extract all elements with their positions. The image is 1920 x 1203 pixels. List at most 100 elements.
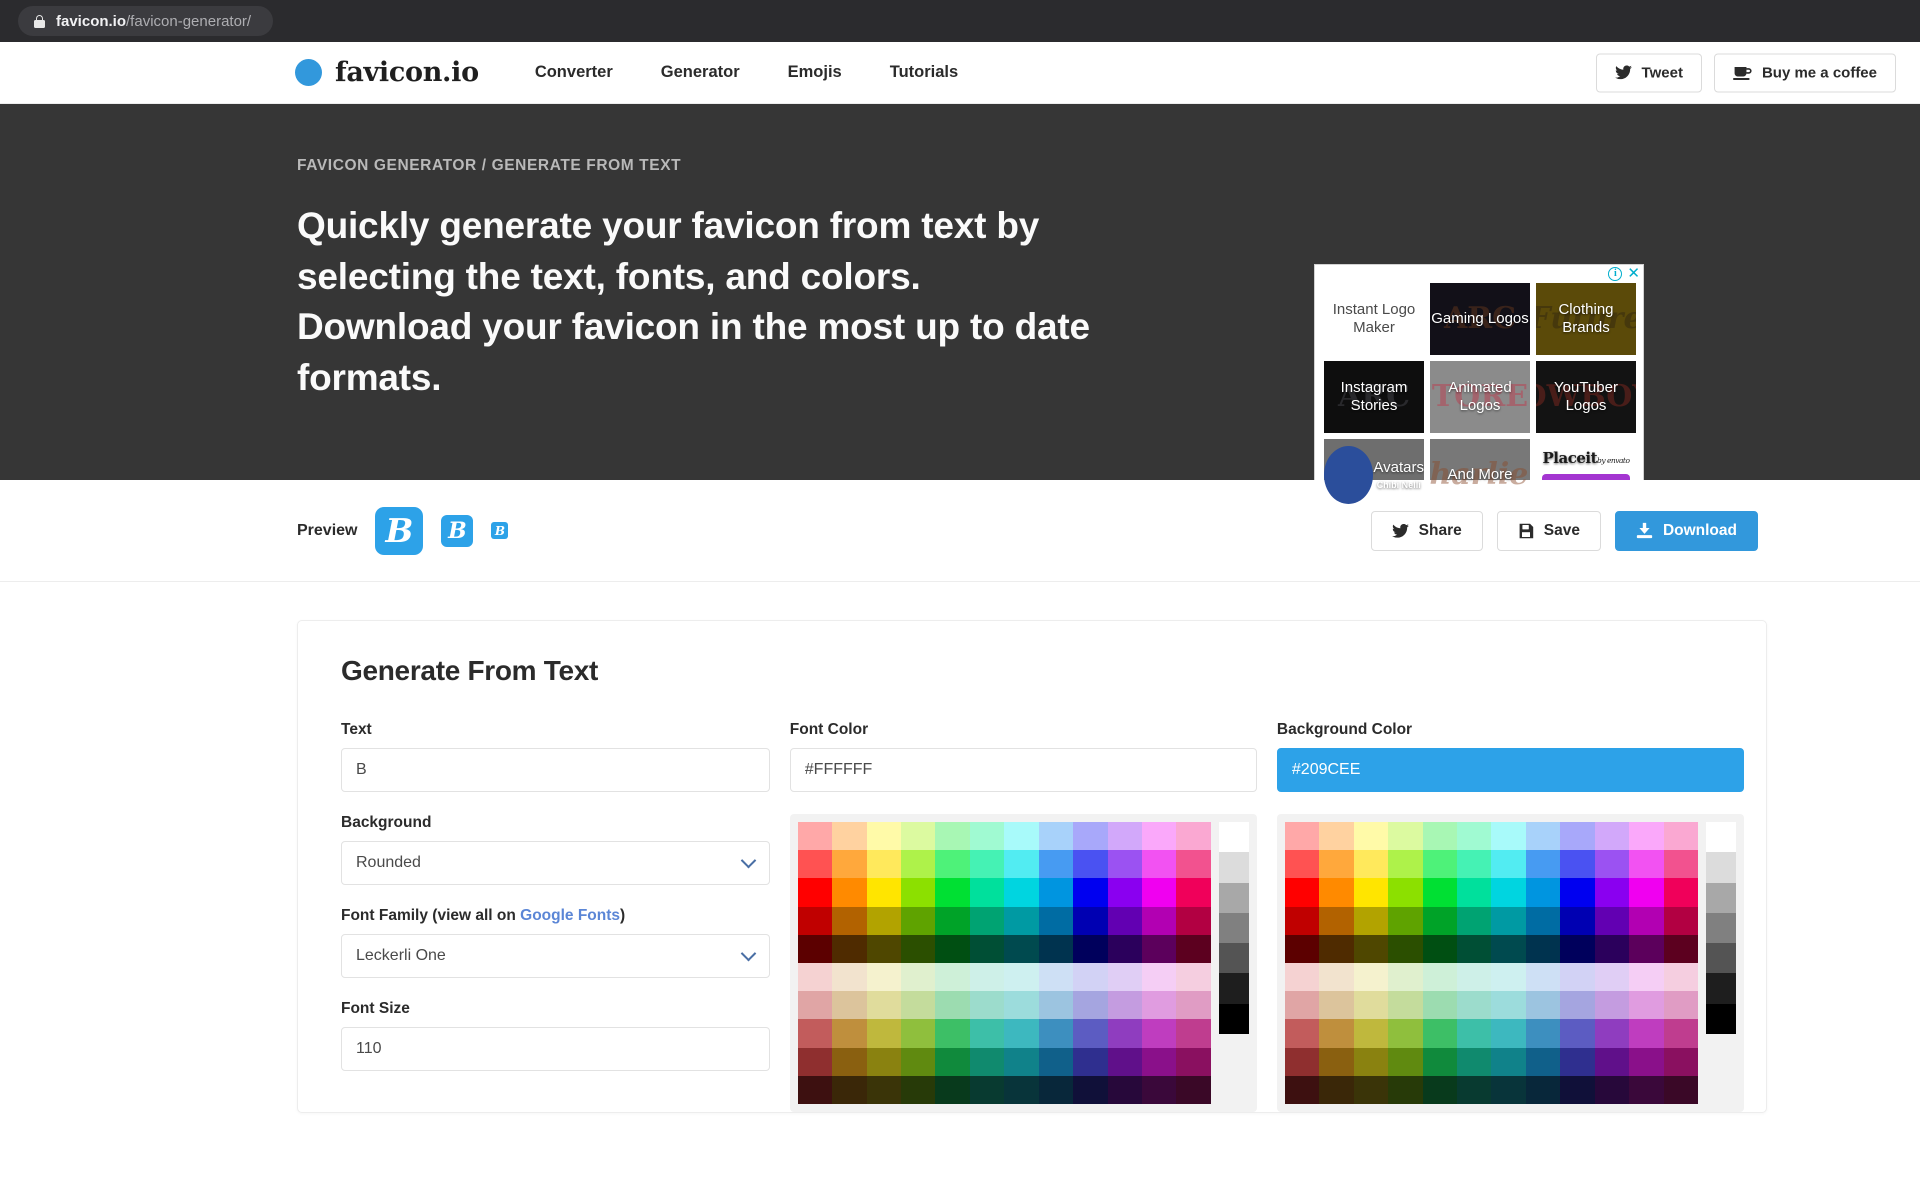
- color-swatch[interactable]: [1491, 991, 1526, 1020]
- color-swatch[interactable]: [901, 906, 936, 935]
- color-swatch[interactable]: [1319, 822, 1354, 851]
- color-swatch[interactable]: [866, 878, 902, 907]
- gray-swatch[interactable]: [1706, 822, 1737, 853]
- color-swatch[interactable]: [1663, 1075, 1698, 1104]
- color-swatch[interactable]: [901, 850, 936, 879]
- color-swatch[interactable]: [1319, 1075, 1354, 1104]
- color-swatch[interactable]: [1491, 1019, 1526, 1048]
- color-swatch[interactable]: [969, 991, 1005, 1020]
- ad-tile[interactable]: COWBOYS YouTuber Logos: [1536, 361, 1636, 433]
- color-swatch[interactable]: [1004, 850, 1039, 879]
- color-swatch[interactable]: [1038, 962, 1074, 992]
- color-swatch[interactable]: [1284, 1047, 1320, 1076]
- color-swatch[interactable]: [1422, 962, 1458, 992]
- color-swatch[interactable]: [1073, 1075, 1108, 1104]
- gray-swatch[interactable]: [1706, 882, 1737, 913]
- color-swatch[interactable]: [1353, 1047, 1389, 1076]
- color-swatch[interactable]: [1107, 962, 1143, 992]
- color-swatch[interactable]: [901, 822, 936, 851]
- color-swatch[interactable]: [1560, 962, 1595, 992]
- color-swatch[interactable]: [1319, 962, 1354, 992]
- color-swatch[interactable]: [832, 1047, 867, 1076]
- color-swatch[interactable]: [1038, 822, 1074, 851]
- color-swatch[interactable]: [1284, 962, 1320, 992]
- text-input[interactable]: [341, 748, 770, 792]
- color-swatch[interactable]: [969, 1019, 1005, 1048]
- color-swatch[interactable]: [969, 878, 1005, 907]
- color-swatch[interactable]: [1073, 822, 1108, 851]
- color-swatch[interactable]: [1594, 962, 1630, 992]
- color-swatch[interactable]: [1663, 850, 1698, 879]
- color-swatch[interactable]: [1073, 878, 1108, 907]
- color-swatch[interactable]: [1176, 878, 1211, 907]
- color-swatch[interactable]: [1594, 1019, 1630, 1048]
- gray-swatch[interactable]: [1706, 852, 1737, 883]
- color-swatch[interactable]: [1142, 991, 1177, 1020]
- font-color-palette[interactable]: [789, 814, 1257, 1112]
- color-swatch[interactable]: [866, 822, 902, 851]
- color-swatch[interactable]: [866, 850, 902, 879]
- gray-swatch[interactable]: [1218, 822, 1249, 853]
- color-swatch[interactable]: [797, 822, 833, 851]
- color-swatch[interactable]: [1176, 934, 1211, 963]
- color-swatch[interactable]: [866, 934, 902, 963]
- color-swatch[interactable]: [1073, 1019, 1108, 1048]
- color-swatch[interactable]: [1388, 1075, 1423, 1104]
- color-swatch[interactable]: [1388, 850, 1423, 879]
- color-swatch[interactable]: [1142, 906, 1177, 935]
- color-swatch[interactable]: [935, 878, 970, 907]
- color-swatch[interactable]: [1422, 878, 1458, 907]
- color-swatch[interactable]: [1107, 934, 1143, 963]
- color-swatch[interactable]: [1594, 934, 1630, 963]
- tweet-button[interactable]: Tweet: [1595, 53, 1702, 92]
- color-swatch[interactable]: [866, 1047, 902, 1076]
- color-swatch[interactable]: [1560, 878, 1595, 907]
- color-swatch[interactable]: [1457, 991, 1492, 1020]
- color-swatch[interactable]: [1663, 822, 1698, 851]
- save-button[interactable]: Save: [1496, 510, 1601, 551]
- color-swatch[interactable]: [1107, 850, 1143, 879]
- color-swatch[interactable]: [1422, 1075, 1458, 1104]
- color-swatch[interactable]: [1142, 962, 1177, 992]
- color-swatch[interactable]: [1560, 1075, 1595, 1104]
- color-swatch[interactable]: [797, 850, 833, 879]
- color-swatch[interactable]: [1142, 1075, 1177, 1104]
- color-swatch[interactable]: [1038, 906, 1074, 935]
- share-button[interactable]: Share: [1370, 510, 1483, 551]
- color-swatch[interactable]: [1142, 934, 1177, 963]
- color-swatch[interactable]: [1560, 822, 1595, 851]
- site-logo[interactable]: favicon.io: [295, 57, 479, 88]
- color-swatch[interactable]: [969, 906, 1005, 935]
- color-swatch[interactable]: [1319, 1019, 1354, 1048]
- color-swatch[interactable]: [1176, 850, 1211, 879]
- color-swatch[interactable]: [1491, 822, 1526, 851]
- color-swatch[interactable]: [1594, 850, 1630, 879]
- color-swatch[interactable]: [1629, 878, 1664, 907]
- nav-item-tutorials[interactable]: Tutorials: [866, 63, 982, 82]
- color-swatch[interactable]: [1663, 878, 1698, 907]
- color-swatch[interactable]: [1004, 934, 1039, 963]
- color-swatch[interactable]: [1004, 906, 1039, 935]
- color-swatch[interactable]: [1073, 991, 1108, 1020]
- nav-item-converter[interactable]: Converter: [511, 63, 637, 82]
- color-swatch[interactable]: [1142, 822, 1177, 851]
- color-swatch[interactable]: [1560, 850, 1595, 879]
- google-fonts-link[interactable]: Google Fonts: [520, 907, 620, 924]
- color-swatch[interactable]: [797, 934, 833, 963]
- color-swatch[interactable]: [866, 906, 902, 935]
- color-swatch[interactable]: [1176, 962, 1211, 992]
- color-swatch[interactable]: [1525, 822, 1561, 851]
- color-swatch[interactable]: [901, 1075, 936, 1104]
- font-color-input[interactable]: [789, 748, 1257, 792]
- download-button[interactable]: Download: [1614, 510, 1758, 551]
- color-swatch[interactable]: [901, 1019, 936, 1048]
- color-swatch[interactable]: [1629, 1019, 1664, 1048]
- ad-tile[interactable]: Instant Logo Maker: [1324, 283, 1424, 355]
- color-swatch[interactable]: [1319, 850, 1354, 879]
- ad-tile[interactable]: ARC Gaming Logos: [1430, 283, 1530, 355]
- color-swatch[interactable]: [1457, 962, 1492, 992]
- color-swatch[interactable]: [1457, 1019, 1492, 1048]
- color-swatch[interactable]: [1284, 1075, 1320, 1104]
- color-swatch[interactable]: [1284, 906, 1320, 935]
- color-swatch[interactable]: [797, 878, 833, 907]
